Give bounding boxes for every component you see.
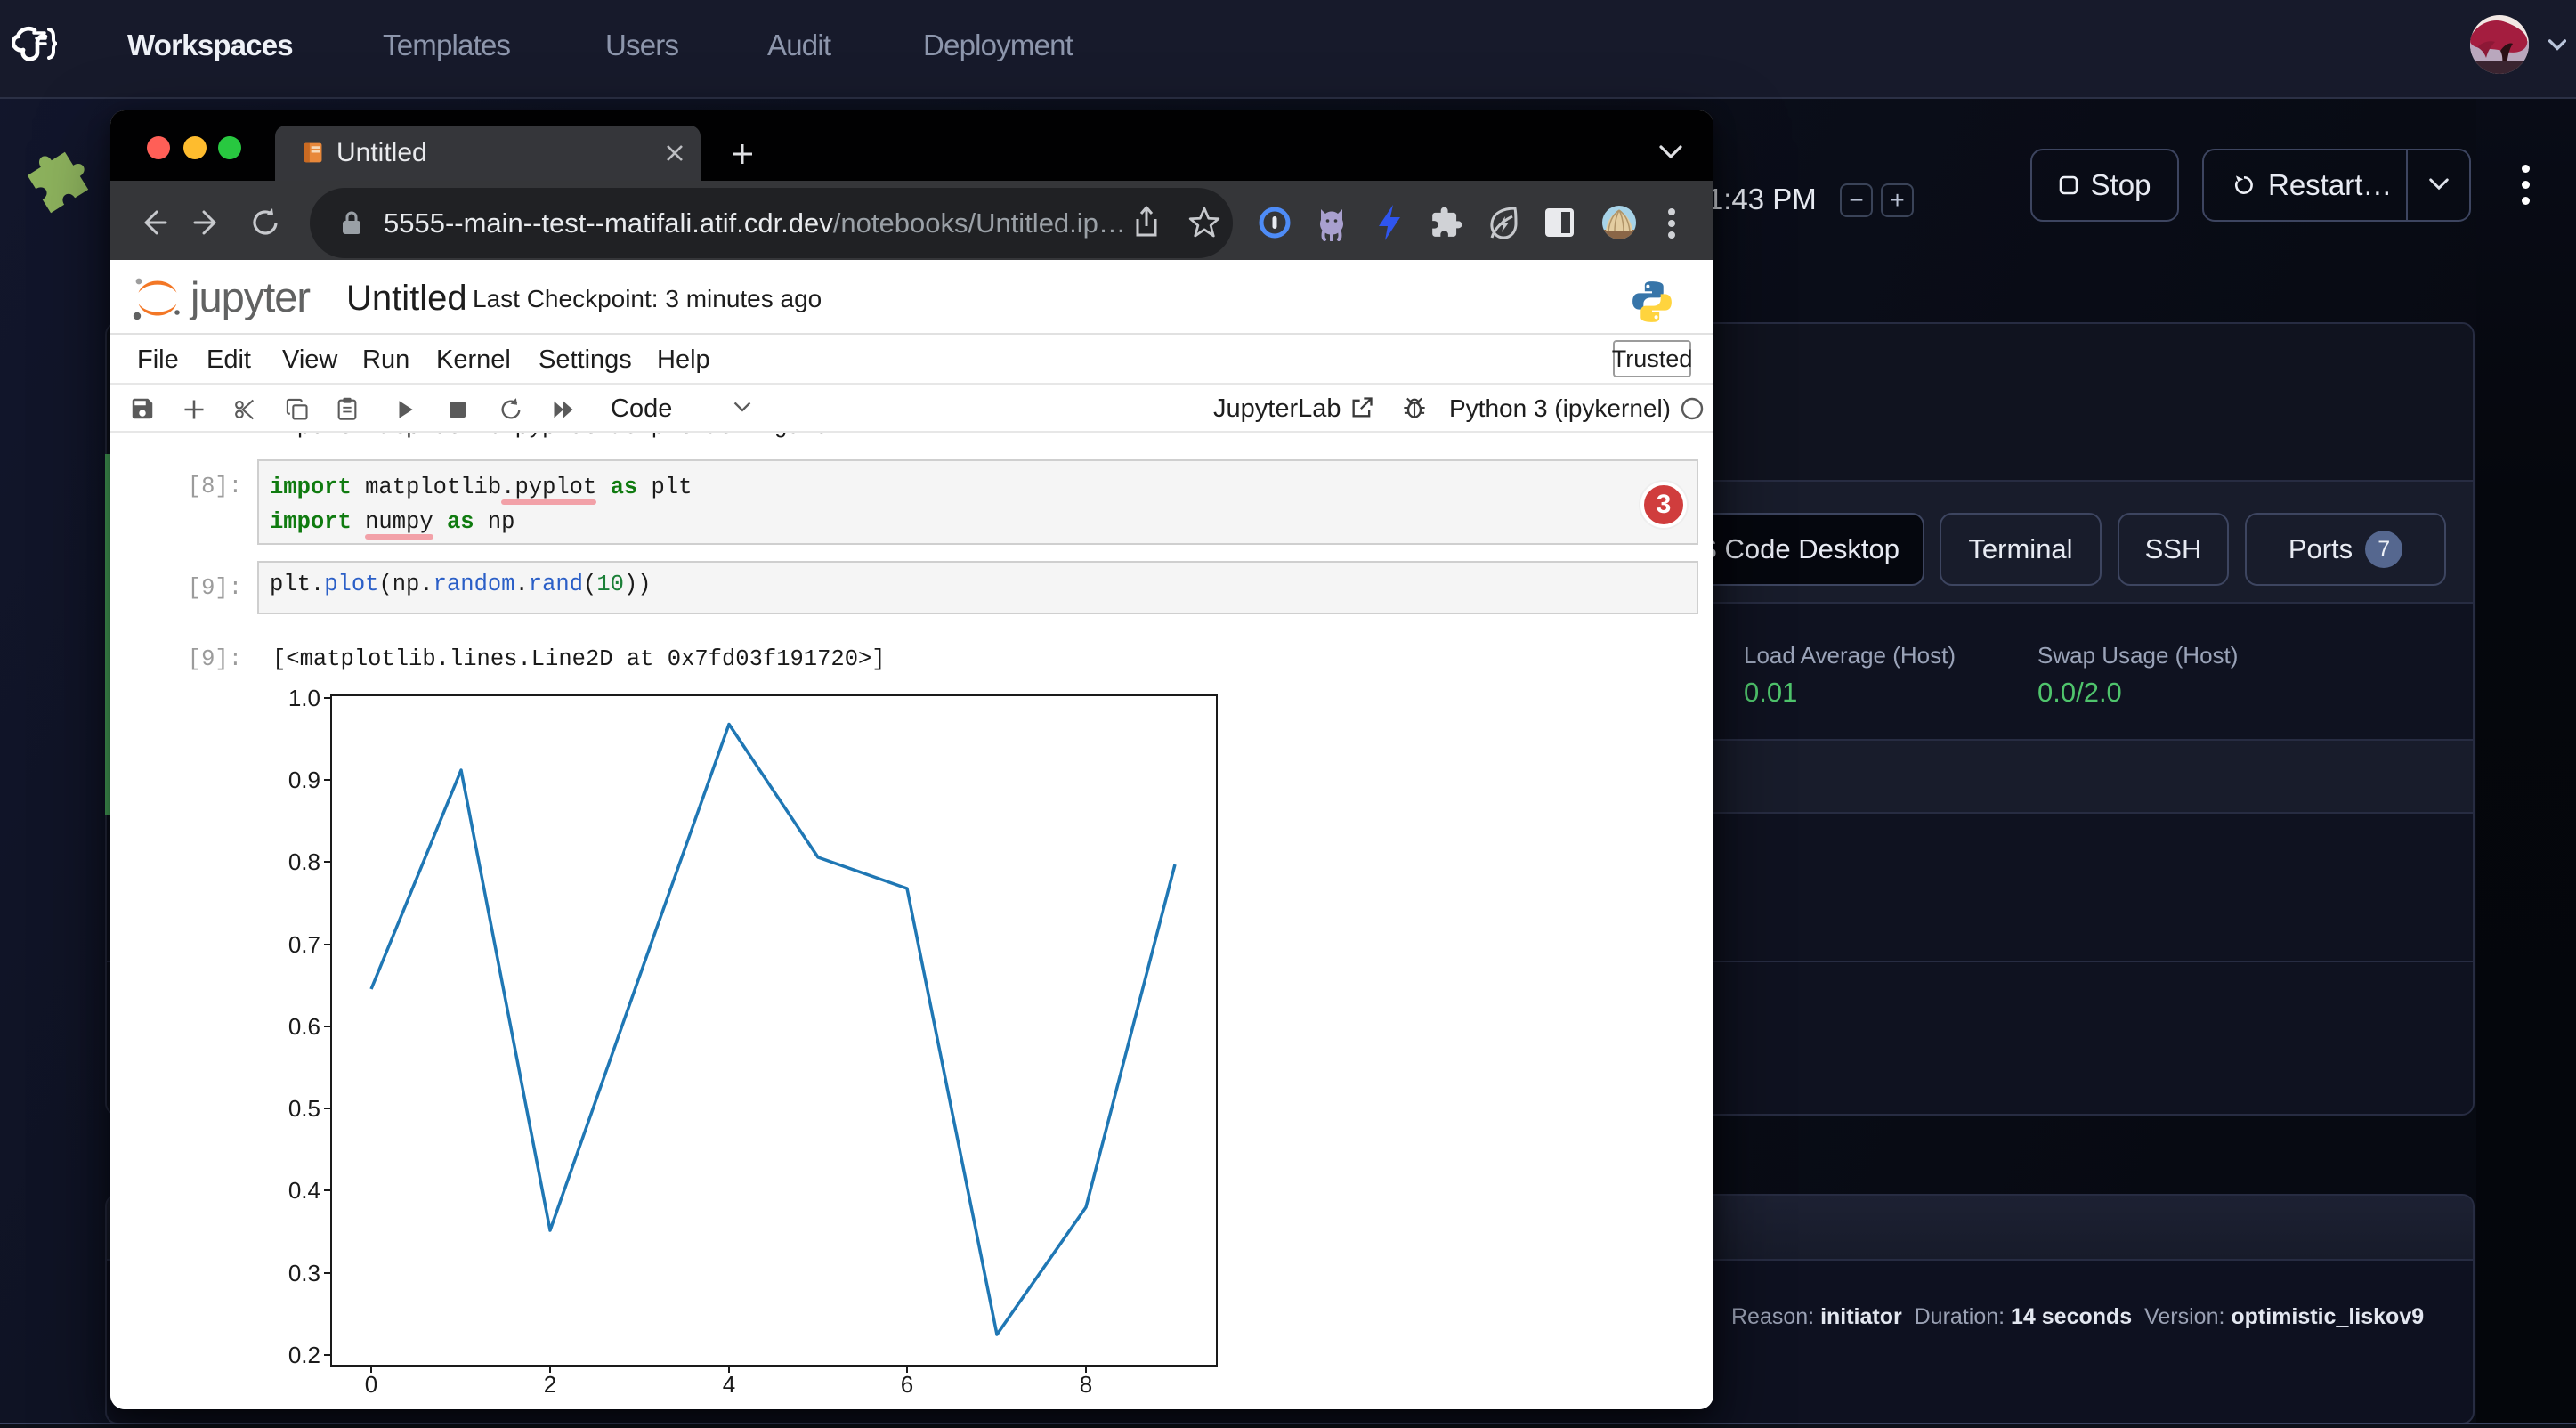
svg-text:0.4: 0.4 [288,1177,320,1204]
svg-text:0.9: 0.9 [288,767,320,793]
svg-text:4: 4 [723,1371,735,1398]
svg-text:0.8: 0.8 [288,848,320,875]
svg-text:0: 0 [365,1371,377,1398]
svg-text:0.6: 0.6 [288,1013,320,1040]
svg-text:0.7: 0.7 [288,931,320,958]
svg-text:0.3: 0.3 [288,1260,320,1286]
svg-text:8: 8 [1080,1371,1092,1398]
svg-text:0.5: 0.5 [288,1095,320,1122]
svg-text:2: 2 [544,1371,556,1398]
svg-text:1.0: 1.0 [288,685,320,711]
svg-text:6: 6 [901,1371,913,1398]
svg-text:0.2: 0.2 [288,1342,320,1368]
